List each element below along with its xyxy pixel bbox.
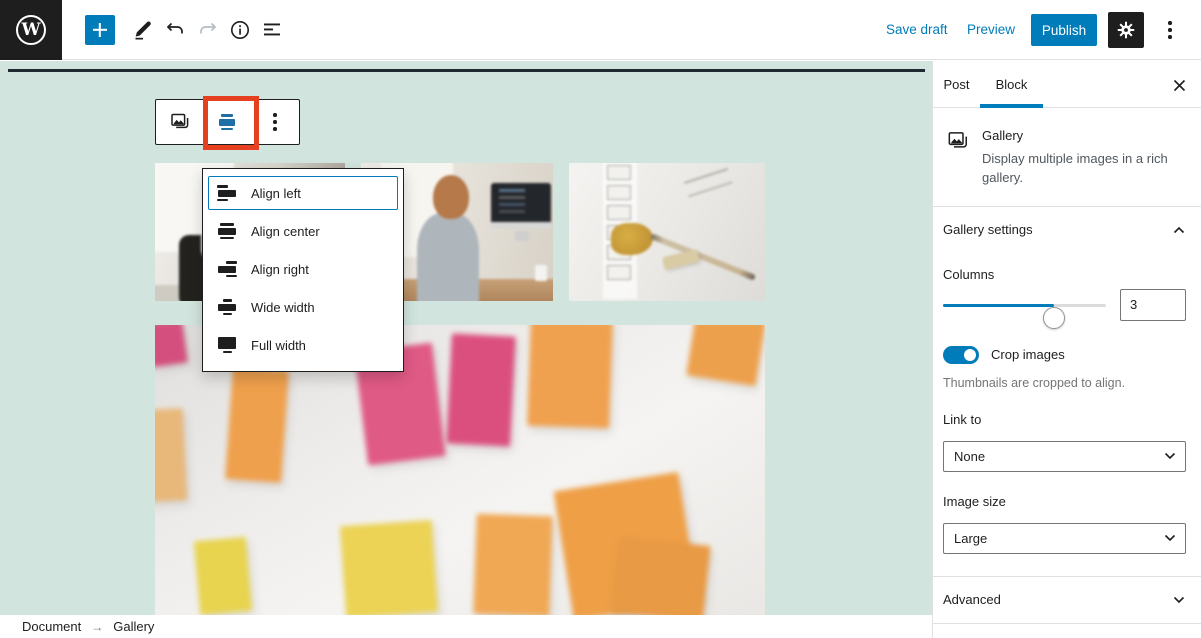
menu-item-label: Align center	[251, 224, 320, 239]
gallery-image-3[interactable]	[569, 163, 765, 301]
block-toolbar	[155, 99, 300, 145]
gallery-block-handle-button[interactable]	[156, 100, 204, 144]
menu-item-label: Align left	[251, 186, 301, 201]
kebab-icon	[1168, 28, 1172, 32]
full-width-icon	[217, 335, 237, 355]
chevron-down-icon	[1164, 534, 1176, 542]
chevron-down-icon	[1164, 452, 1176, 460]
slider-fill	[943, 304, 1054, 307]
menu-item-wide-width[interactable]: Wide width	[203, 288, 403, 326]
crop-images-control: Crop images	[943, 346, 1201, 364]
wide-width-icon	[217, 297, 237, 317]
image-size-label: Image size	[933, 472, 1201, 517]
columns-slider-thumb[interactable]	[1043, 307, 1065, 329]
info-icon	[228, 18, 252, 42]
menu-item-label: Full width	[251, 338, 306, 353]
kebab-icon	[263, 110, 287, 134]
crop-help-text: Thumbnails are cropped to align.	[943, 376, 1186, 390]
menu-item-align-left[interactable]: Align left	[203, 174, 403, 212]
breadcrumb-document[interactable]: Document	[22, 619, 81, 634]
align-center-icon	[217, 221, 237, 241]
editor-top-bar: W	[0, 0, 1201, 60]
block-options-button[interactable]	[251, 100, 299, 144]
menu-item-full-width[interactable]: Full width	[203, 326, 403, 364]
panel-title: Advanced	[943, 592, 1001, 607]
post-title-rule	[8, 69, 925, 72]
columns-number-input[interactable]	[1120, 289, 1186, 321]
columns-label: Columns	[933, 253, 1201, 290]
link-to-select[interactable]: None	[943, 441, 1186, 472]
sidebar-tabs: Post Block	[933, 61, 1201, 108]
close-icon	[1172, 78, 1187, 93]
block-card-title: Gallery	[982, 128, 1172, 143]
undo-icon	[163, 18, 187, 42]
menu-item-label: Align right	[251, 262, 309, 277]
breadcrumb-gallery[interactable]: Gallery	[113, 619, 154, 634]
image-size-select[interactable]: Large	[943, 523, 1186, 554]
menu-item-align-right[interactable]: Align right	[203, 250, 403, 288]
modes-pencil-button[interactable]	[131, 18, 155, 42]
align-left-icon	[217, 183, 237, 203]
gallery-settings-panel-header[interactable]: Gallery settings	[933, 207, 1201, 253]
advanced-panel-header[interactable]: Advanced	[933, 577, 1201, 623]
settings-button[interactable]	[1108, 12, 1144, 48]
pencil-icon	[131, 18, 155, 42]
redo-button[interactable]	[196, 18, 220, 42]
editor-canvas: Align left Align center Align right Wide…	[0, 61, 932, 638]
change-alignment-button[interactable]	[204, 100, 252, 144]
publish-button[interactable]: Publish	[1031, 14, 1097, 46]
align-icon	[217, 112, 237, 132]
more-options-button[interactable]	[1158, 18, 1182, 42]
wordpress-logo-button[interactable]: W	[0, 0, 62, 60]
chevron-up-icon	[1173, 226, 1185, 234]
block-card-description: Display multiple images in a rich galler…	[982, 150, 1172, 188]
block-card: Gallery Display multiple images in a ric…	[933, 108, 1201, 207]
close-sidebar-button[interactable]	[1169, 75, 1189, 95]
breadcrumb-arrow: →	[91, 620, 103, 634]
columns-control	[943, 290, 1186, 320]
undo-button[interactable]	[163, 18, 187, 42]
gear-icon	[1115, 19, 1137, 41]
panel-title: Gallery settings	[943, 222, 1033, 237]
block-inserter-button[interactable]	[85, 15, 115, 45]
details-button[interactable]	[228, 18, 252, 42]
image-size-value: Large	[954, 531, 987, 546]
preview-button[interactable]: Preview	[967, 22, 1015, 37]
menu-item-align-center[interactable]: Align center	[203, 212, 403, 250]
tab-block[interactable]: Block	[980, 61, 1043, 108]
chevron-down-icon	[1173, 596, 1185, 604]
wordpress-block-editor: W	[0, 0, 1201, 638]
columns-slider[interactable]	[943, 304, 1106, 307]
align-right-icon	[217, 259, 237, 279]
list-view-icon	[260, 18, 284, 42]
redo-icon	[196, 18, 220, 42]
gallery-block-icon	[168, 110, 192, 134]
crop-images-toggle[interactable]	[943, 346, 979, 364]
link-to-label: Link to	[933, 390, 1201, 435]
menu-item-label: Wide width	[251, 300, 315, 315]
crop-images-label: Crop images	[991, 347, 1065, 362]
wordpress-logo-icon: W	[16, 15, 46, 45]
link-to-value: None	[954, 449, 985, 464]
tab-post[interactable]: Post	[933, 61, 980, 108]
divider	[933, 623, 1201, 624]
breadcrumb: Document → Gallery	[0, 615, 932, 638]
list-view-button[interactable]	[260, 18, 284, 42]
alignment-dropdown-menu: Align left Align center Align right Wide…	[202, 168, 404, 372]
gallery-block-icon	[945, 128, 971, 154]
save-draft-button[interactable]: Save draft	[886, 22, 948, 37]
settings-sidebar: Post Block Gallery Display multiple imag…	[932, 61, 1201, 638]
